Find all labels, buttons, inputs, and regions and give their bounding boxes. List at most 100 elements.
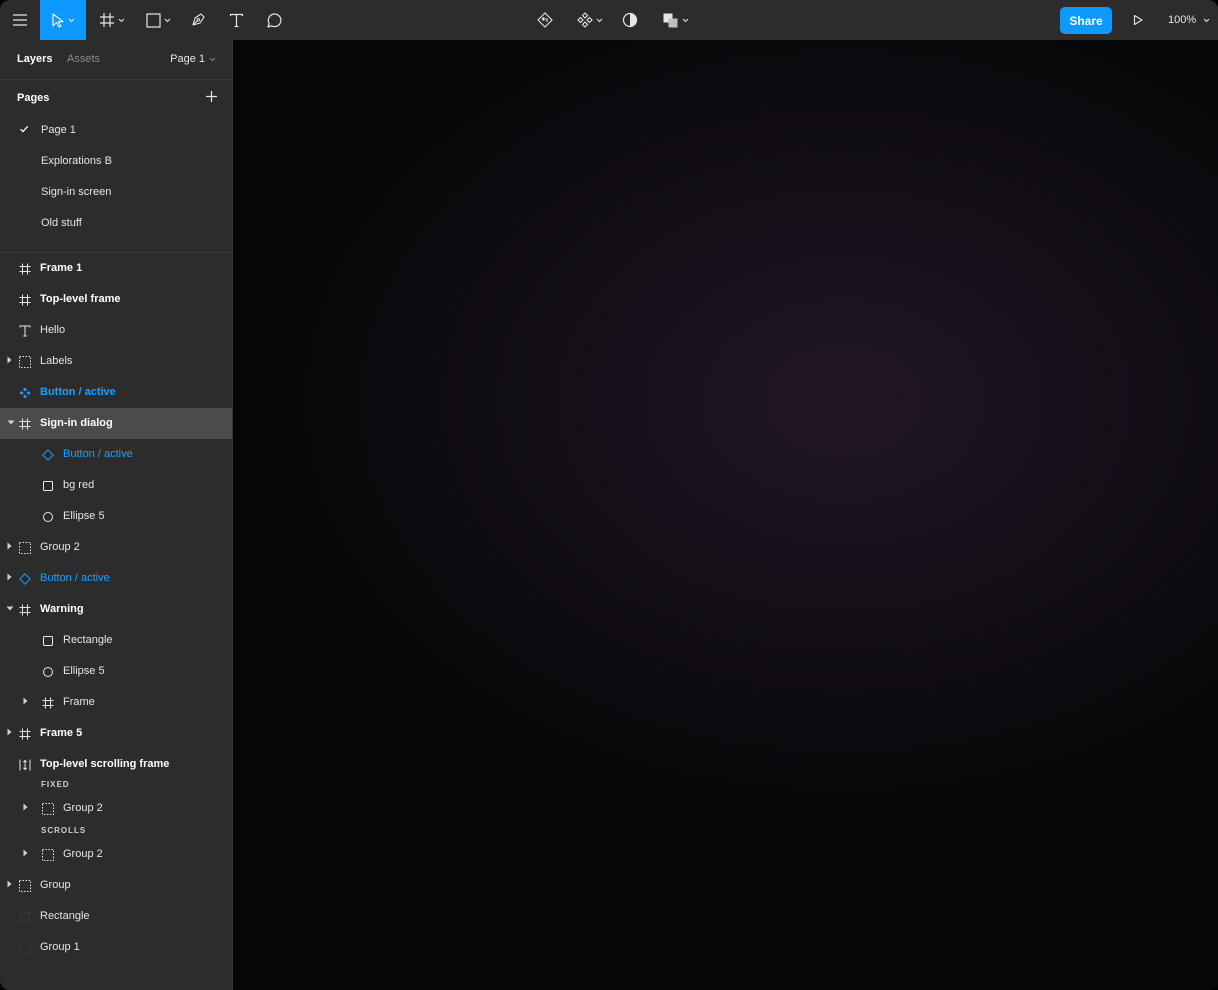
frame-icon bbox=[18, 262, 31, 275]
page-item[interactable]: Explorations B bbox=[0, 146, 232, 177]
caret-right-icon[interactable] bbox=[23, 803, 28, 811]
chevron-down-icon bbox=[164, 18, 170, 22]
layer-row[interactable]: bg red bbox=[0, 470, 232, 501]
layer-row[interactable]: Button / active bbox=[0, 439, 232, 470]
layer-row[interactable]: Hello bbox=[0, 315, 232, 346]
layer-row[interactable]: Group bbox=[0, 870, 232, 901]
tab-assets[interactable]: Assets bbox=[67, 53, 100, 65]
layers-sidebar: Layers Assets Page 1 Pages Page 1 Explor… bbox=[0, 40, 233, 990]
frame-icon bbox=[18, 417, 31, 430]
sidebar-tabs: Layers Assets Page 1 bbox=[0, 40, 232, 80]
chevron-down-icon bbox=[209, 57, 216, 61]
cursor-icon bbox=[52, 12, 64, 28]
chevron-down-icon bbox=[68, 18, 75, 22]
layer-row[interactable]: Frame 5 bbox=[0, 718, 232, 749]
layer-row[interactable]: Frame 1 bbox=[0, 253, 232, 284]
caret-down-icon[interactable] bbox=[7, 420, 15, 425]
contrast-icon bbox=[622, 12, 638, 28]
scroll-frame-icon bbox=[18, 758, 31, 771]
caret-down-icon[interactable] bbox=[6, 606, 14, 611]
caret-right-icon[interactable] bbox=[7, 542, 12, 550]
group-icon bbox=[18, 941, 31, 954]
mask-button[interactable] bbox=[618, 0, 642, 40]
reset-icon bbox=[537, 12, 553, 28]
toolbar: Share 100% bbox=[0, 0, 1218, 40]
layer-row[interactable]: Button / active bbox=[0, 563, 232, 594]
page-item[interactable]: Sign-in screen bbox=[0, 177, 232, 208]
group-icon bbox=[41, 848, 54, 861]
layer-row[interactable]: Group 2 bbox=[0, 839, 232, 870]
move-tool-button[interactable] bbox=[40, 0, 86, 40]
layer-label: Top-level scrolling frame bbox=[40, 758, 170, 770]
caret-right-icon[interactable] bbox=[23, 849, 28, 857]
tab-layers[interactable]: Layers bbox=[17, 53, 52, 65]
layer-row[interactable]: Group 1 bbox=[0, 932, 232, 963]
layer-row[interactable]: Ellipse 5 bbox=[0, 501, 232, 532]
layer-label: Sign-in dialog bbox=[40, 417, 113, 429]
rectangle-icon bbox=[18, 910, 31, 923]
page-item[interactable]: Old stuff bbox=[0, 208, 232, 239]
pen-tool-button[interactable] bbox=[184, 0, 212, 40]
layer-row[interactable]: Button / active bbox=[0, 377, 232, 408]
group-icon bbox=[18, 355, 31, 368]
page-selector[interactable]: Page 1 bbox=[170, 53, 216, 65]
frame-icon bbox=[18, 727, 31, 740]
zoom-dropdown[interactable]: 100% bbox=[1168, 0, 1210, 40]
play-icon bbox=[1133, 14, 1143, 26]
boolean-button[interactable] bbox=[658, 0, 692, 40]
present-button[interactable] bbox=[1126, 0, 1150, 40]
layer-row-selected[interactable]: Sign-in dialog bbox=[0, 408, 232, 439]
layer-row[interactable]: Group 2 bbox=[0, 532, 232, 563]
design-canvas[interactable] bbox=[233, 40, 1218, 990]
caret-right-icon[interactable] bbox=[23, 697, 28, 705]
layer-label: Button / active bbox=[63, 448, 133, 460]
layer-row[interactable]: Group 2 bbox=[0, 793, 232, 824]
layer-label: Group 2 bbox=[63, 802, 103, 814]
caret-right-icon[interactable] bbox=[7, 573, 12, 581]
component-icon bbox=[577, 12, 593, 28]
components-button[interactable] bbox=[574, 0, 606, 40]
frame-icon bbox=[100, 13, 114, 27]
reset-instance-button[interactable] bbox=[532, 0, 558, 40]
layer-label: Group bbox=[40, 879, 71, 891]
add-page-button[interactable] bbox=[205, 90, 218, 108]
hamburger-menu-icon bbox=[13, 14, 27, 26]
frame-icon bbox=[18, 603, 31, 616]
layer-row[interactable]: Top-level scrolling frame bbox=[0, 749, 232, 780]
main-menu-button[interactable] bbox=[0, 0, 40, 40]
layer-label: Labels bbox=[40, 355, 73, 367]
layer-label: Frame bbox=[63, 696, 95, 708]
share-button[interactable]: Share bbox=[1060, 7, 1112, 34]
layer-row[interactable]: Rectangle bbox=[0, 901, 232, 932]
layer-label: bg red bbox=[63, 479, 95, 491]
layer-row[interactable]: Frame bbox=[0, 687, 232, 718]
page-item[interactable]: Page 1 bbox=[0, 115, 232, 146]
layer-label: Warning bbox=[40, 603, 84, 615]
layer-label: Rectangle bbox=[40, 910, 90, 922]
group-icon bbox=[18, 541, 31, 554]
text-icon bbox=[229, 13, 243, 27]
page-item-label: Sign-in screen bbox=[41, 186, 112, 198]
caret-right-icon[interactable] bbox=[7, 356, 12, 364]
rectangle-icon bbox=[41, 634, 54, 647]
chevron-down-icon bbox=[118, 18, 125, 22]
layer-row[interactable]: Rectangle bbox=[0, 625, 232, 656]
layer-row[interactable]: Top-level frame bbox=[0, 284, 232, 315]
layer-label: Top-level frame bbox=[40, 293, 121, 305]
caret-right-icon[interactable] bbox=[7, 728, 12, 736]
text-tool-button[interactable] bbox=[222, 0, 250, 40]
page-item-label: Explorations B bbox=[41, 155, 112, 167]
comment-tool-button[interactable] bbox=[260, 0, 288, 40]
component-icon bbox=[18, 386, 31, 399]
layer-label: Group 1 bbox=[40, 941, 80, 953]
layer-row[interactable]: Labels bbox=[0, 346, 232, 377]
chevron-down-icon bbox=[682, 18, 688, 22]
layer-row[interactable]: Ellipse 5 bbox=[0, 656, 232, 687]
frame-tool-button[interactable] bbox=[92, 0, 132, 40]
layer-label: Group 2 bbox=[40, 541, 80, 553]
text-icon bbox=[18, 324, 31, 337]
layer-label: Frame 1 bbox=[40, 262, 83, 274]
layer-row[interactable]: Warning bbox=[0, 594, 232, 625]
shape-tool-button[interactable] bbox=[138, 0, 178, 40]
caret-right-icon[interactable] bbox=[7, 880, 12, 888]
